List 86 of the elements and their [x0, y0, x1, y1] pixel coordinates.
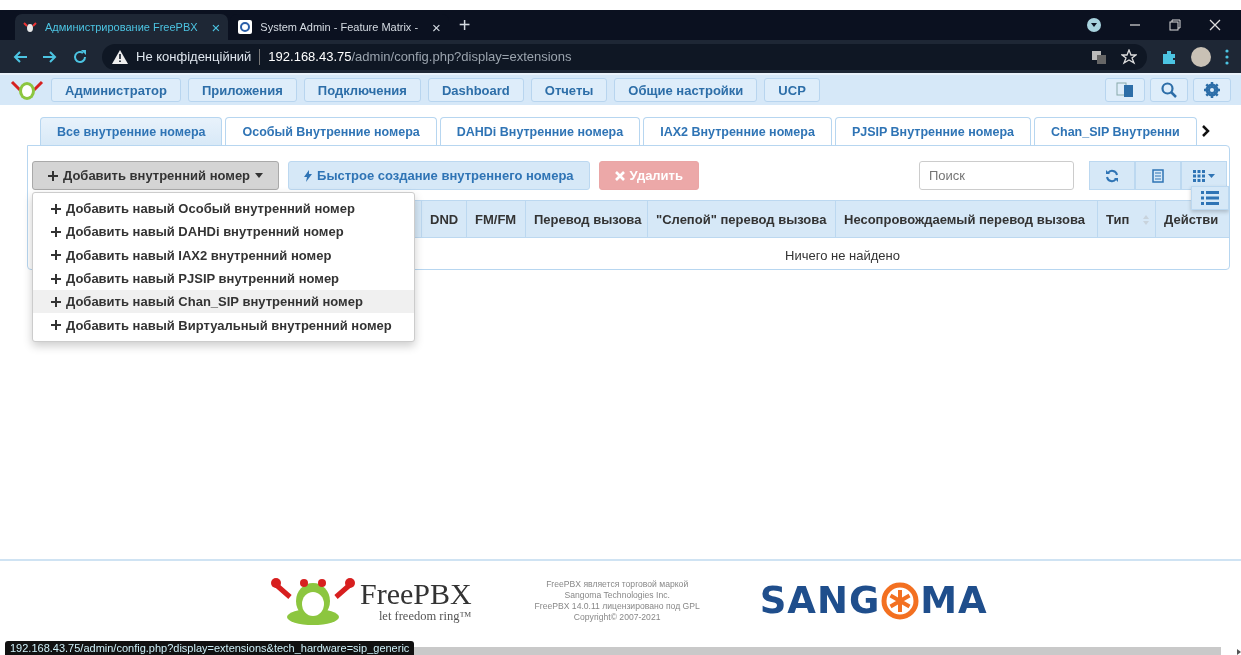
extensions-icon[interactable] — [1161, 48, 1177, 65]
sort-icon — [1143, 215, 1150, 226]
caret-icon — [255, 173, 264, 178]
menu-item[interactable]: Добавить навый Chan_SIP внутренний номер — [33, 290, 414, 314]
profile-dropdown-icon[interactable] — [1087, 18, 1101, 32]
restore-icon[interactable] — [1169, 19, 1181, 31]
nav-menu-button[interactable]: UCP — [764, 78, 820, 102]
list-view-button[interactable] — [1191, 186, 1229, 210]
security-warning: Не конфіденційний — [136, 49, 252, 64]
nav-menu-button[interactable]: Общие настройки — [614, 78, 758, 102]
freepbx-logo-text: FreePBX — [360, 579, 472, 609]
nav-menu-button[interactable]: Отчеты — [530, 78, 608, 102]
refresh-icon — [1105, 168, 1119, 183]
legal-text: FreePBX 14.0.11 лицензировано под GPL — [534, 600, 700, 612]
frog-icon — [23, 21, 37, 33]
close-icon[interactable]: × — [432, 18, 441, 36]
x-icon — [614, 170, 625, 181]
list-icon — [1152, 168, 1164, 183]
tab[interactable]: Все внутренние номера — [40, 117, 223, 145]
avatar-icon[interactable] — [1191, 46, 1211, 67]
warning-icon — [112, 49, 128, 64]
search-field[interactable]: Поиск — [919, 161, 1074, 190]
frog-logo-icon — [10, 78, 44, 102]
plus-icon — [51, 250, 61, 261]
quick-create-button[interactable]: Быстрое создание внутреннего номера — [288, 161, 590, 190]
url-text: 192.168.43.75/admin/config.php?display=extensions — [268, 49, 572, 64]
column-header[interactable]: Тип — [1106, 211, 1130, 227]
tab[interactable]: DAHDi Внутренние номера — [439, 117, 641, 145]
menu-item[interactable]: Добавить навый Особый внутренний номер — [33, 197, 414, 221]
language-button[interactable] — [1105, 78, 1145, 102]
grid-icon — [1193, 169, 1205, 182]
legal-text: Sangoma Technologies Inc. — [564, 589, 670, 601]
toggle-view-button[interactable] — [1135, 161, 1181, 190]
chevron-right-icon[interactable] — [1201, 125, 1210, 137]
browser-tab[interactable]: Администрирование FreePBX × — [15, 14, 229, 40]
tab[interactable]: PJSIP Внутренние номера — [834, 117, 1031, 145]
tab[interactable]: Chan_SIP Внутренни — [1034, 117, 1197, 145]
plus-icon — [51, 296, 61, 307]
close-icon[interactable] — [1209, 19, 1221, 31]
search-icon — [1161, 82, 1177, 98]
bolt-icon — [304, 169, 313, 182]
plus-icon — [51, 273, 61, 284]
reload-icon[interactable] — [72, 48, 88, 65]
close-icon[interactable]: × — [211, 18, 221, 36]
plus-icon — [51, 203, 61, 214]
list-icon — [1201, 191, 1219, 205]
forward-icon[interactable] — [42, 48, 58, 65]
sangoma-logo-text: MA — [920, 579, 988, 622]
sangoma-logo-text: SANG — [759, 579, 881, 622]
scroll-right-icon[interactable] — [1237, 649, 1241, 655]
caret-icon — [1208, 173, 1215, 178]
nav-menu-button[interactable]: Администратор — [51, 78, 181, 102]
translate-icon — [1116, 81, 1134, 99]
address-bar[interactable]: Не конфіденційний 192.168.43.75/admin/config.php?display=extensions — [102, 43, 1147, 70]
star-icon[interactable] — [1121, 48, 1137, 65]
search-button[interactable] — [1150, 78, 1188, 102]
tab-title: System Admin - Feature Matrix - — [260, 21, 419, 33]
settings-button[interactable] — [1193, 78, 1231, 102]
refresh-button[interactable] — [1089, 161, 1135, 190]
menu-item[interactable]: Добавить навый DAHDi внутренний номер — [33, 220, 414, 244]
legal-text: FreePBX является торговой маркой — [546, 578, 689, 590]
menu-item[interactable]: Добавить навый PJSIP внутренний номер — [33, 266, 414, 291]
settings-icon — [1204, 82, 1220, 98]
frog-mascot-icon — [270, 576, 356, 625]
nav-menu-button[interactable]: Подключения — [303, 78, 421, 102]
empty-message: Ничего не найдено — [785, 248, 900, 263]
menu-item[interactable]: Добавить навый IAX2 внутренний номер — [33, 243, 414, 267]
tab-title: Администрирование FreePBX — [45, 21, 198, 33]
plus-icon — [51, 226, 61, 237]
sangoma-favicon-icon — [238, 20, 253, 34]
tagline: let freedom ring™ — [378, 609, 472, 624]
legal-text: Copyright© 2007-2021 — [573, 611, 661, 623]
plus-icon — [51, 320, 61, 331]
new-tab-button[interactable]: + — [458, 13, 471, 37]
nav-menu-button[interactable]: Dashboard — [427, 78, 524, 102]
add-extension-button[interactable]: Добавить внутренний номер — [32, 161, 280, 190]
tab[interactable]: IAX2 Внутренние номера — [643, 117, 832, 145]
back-icon[interactable] — [12, 48, 28, 65]
plus-icon — [48, 170, 58, 181]
sangoma-logo-icon — [880, 580, 921, 621]
translate-icon[interactable] — [1091, 48, 1107, 65]
status-url: 192.168.43.75/admin/config.php?display=extensions&tech_hardware=sip_generic — [5, 641, 415, 655]
menu-item[interactable]: Добавить навый Виртуальный внутренний номер — [33, 313, 414, 337]
nav-menu-button[interactable]: Приложения — [187, 78, 297, 102]
menu-icon[interactable] — [1225, 48, 1229, 65]
tab[interactable]: Особый Внутренние номера — [225, 117, 437, 145]
